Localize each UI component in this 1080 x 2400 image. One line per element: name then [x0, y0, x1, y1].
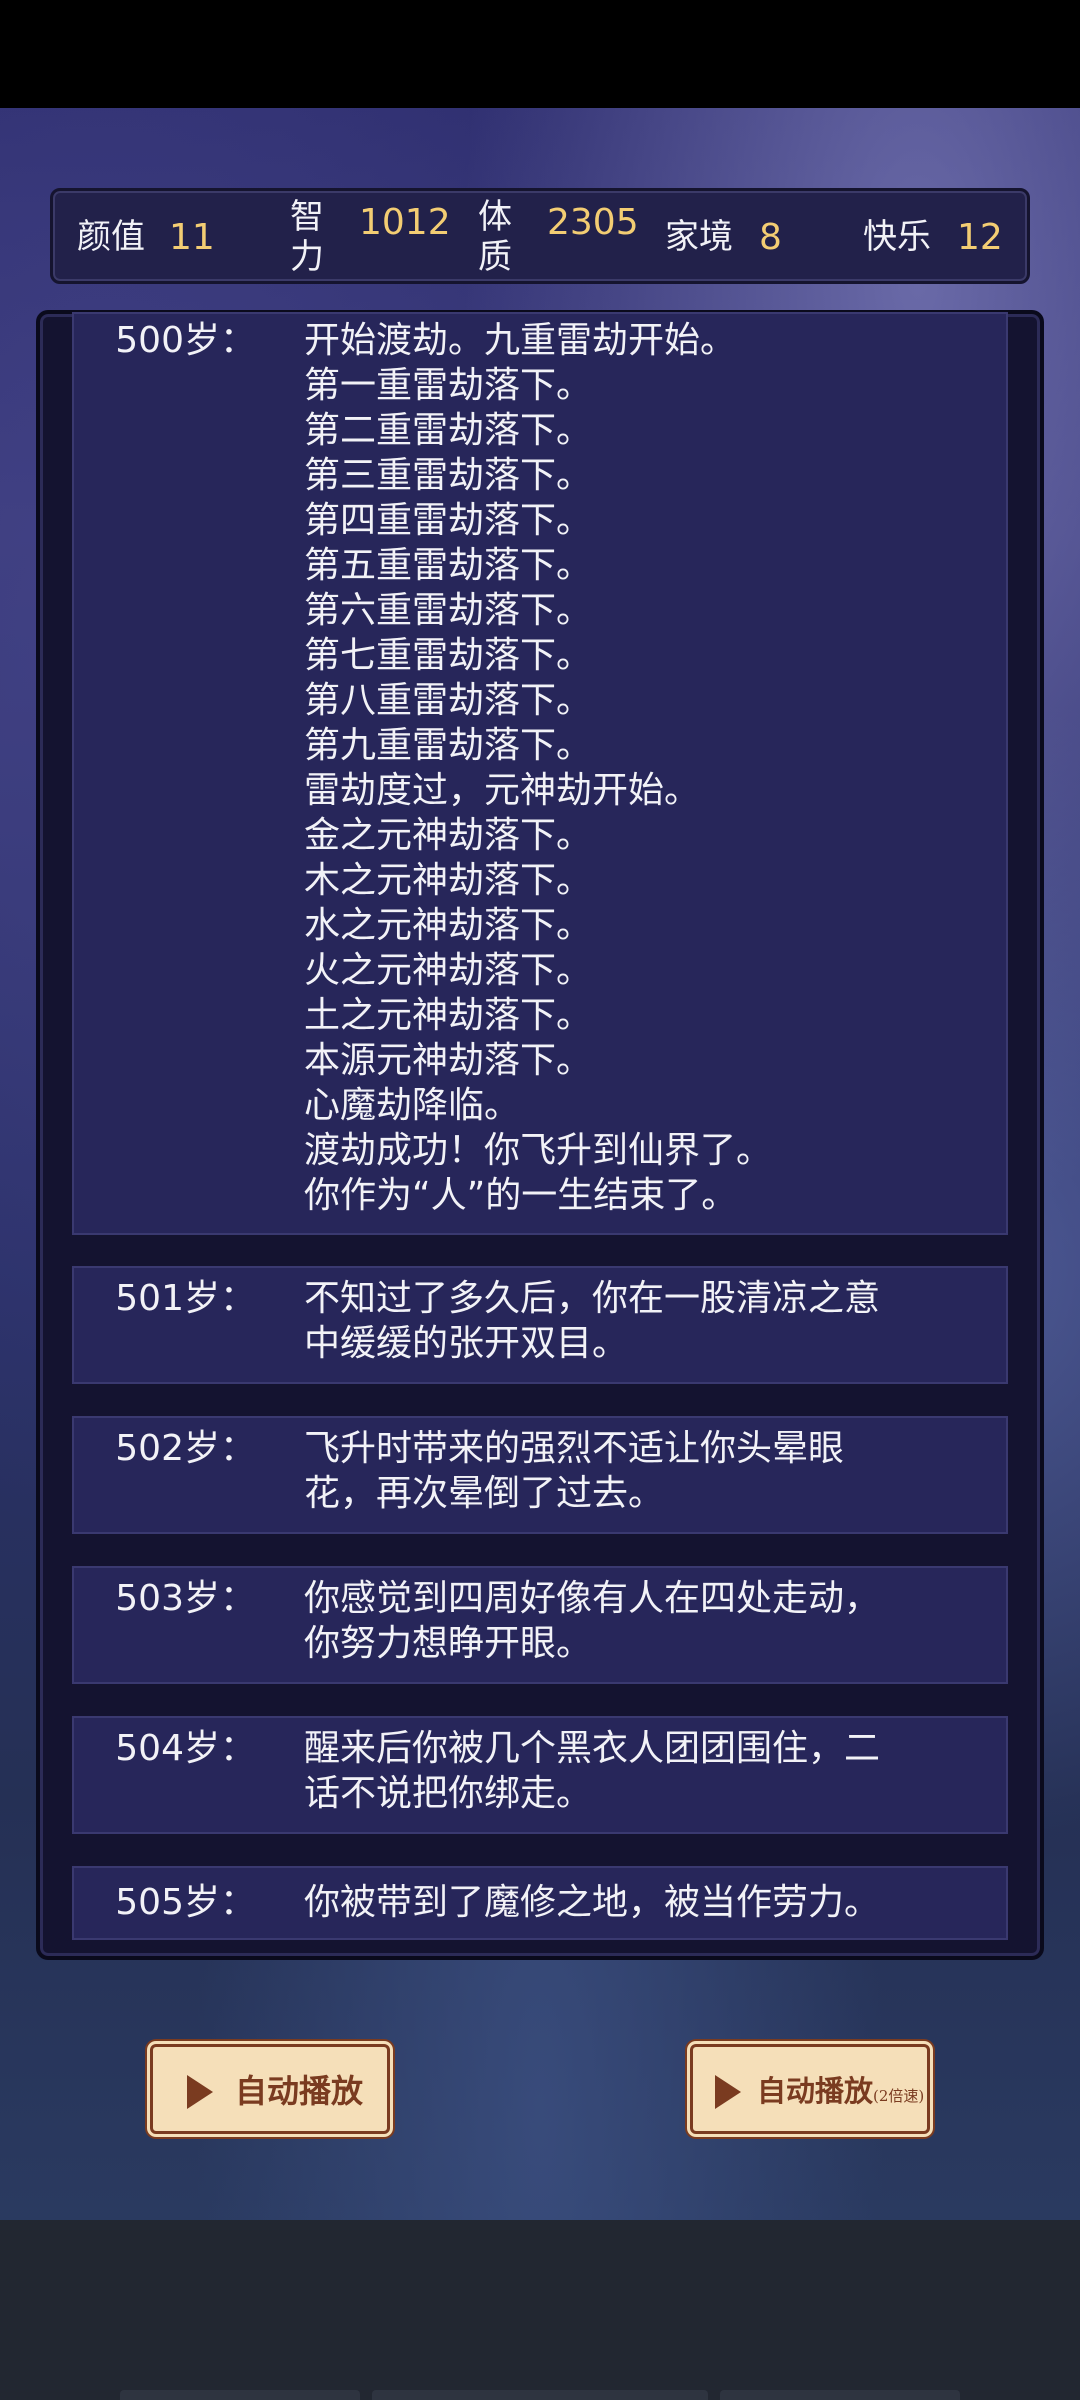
- log-entry-age: 505岁：: [115, 1882, 256, 1923]
- log-entry: 503岁： 你感觉到四周好像有人在四处走动， 你努力想睁开眼。: [72, 1566, 1008, 1684]
- log-entry-age: 502岁：: [115, 1428, 256, 1469]
- stat-family-label: 家境: [665, 217, 733, 257]
- log-entry-text: 开始渡劫。九重雷劫开始。 第一重雷劫落下。 第二重雷劫落下。 第三重雷劫落下。 …: [304, 320, 773, 1216]
- bottom-area: [0, 2220, 1080, 2400]
- play-triangle-icon: [187, 2075, 213, 2109]
- nav-bar-segment: [120, 2390, 360, 2400]
- nav-bar-segment: [720, 2390, 960, 2400]
- stat-intelligence-label: 智力: [290, 197, 324, 277]
- nav-bar-segment: [372, 2390, 708, 2400]
- play-triangle-icon: [715, 2075, 741, 2109]
- log-entry: 501岁： 不知过了多久后，你在一股清凉之意 中缓缓的张开双目。: [72, 1266, 1008, 1384]
- log-entry-age: 501岁：: [115, 1278, 256, 1319]
- stat-happiness-label: 快乐: [863, 217, 931, 257]
- stat-physique-value: 2305: [547, 202, 639, 243]
- auto-play-label: 自动播放: [235, 2072, 364, 2110]
- log-entry-text: 你感觉到四周好像有人在四处走动， 你努力想睁开眼。: [304, 1578, 881, 1664]
- log-entry-age: 504岁：: [115, 1728, 256, 1769]
- stat-physique-label: 体质: [478, 197, 512, 277]
- stat-looks-value: 11: [169, 217, 215, 258]
- log-entry-text: 你被带到了魔修之地，被当作劳力。: [304, 1882, 881, 1923]
- stat-looks-label: 颜值: [77, 217, 145, 257]
- auto-play-fast-text: 自动播放: [757, 2074, 874, 2108]
- auto-play-button[interactable]: 自动播放: [150, 2044, 390, 2134]
- log-entry: 500岁： 开始渡劫。九重雷劫开始。 第一重雷劫落下。 第二重雷劫落下。 第三重…: [72, 312, 1008, 1235]
- log-entry-age: 500岁：: [115, 320, 256, 361]
- auto-play-fast-label: 自动播放(2倍速): [757, 2071, 924, 2116]
- stats-panel: 颜值 11 智力 1012 体质 2305 家境 8 快乐 12: [50, 188, 1030, 284]
- stat-happiness-value: 12: [957, 217, 1003, 258]
- log-entry-text: 飞升时带来的强烈不适让你头晕眼 花，再次晕倒了过去。: [304, 1428, 845, 1514]
- log-entry-text: 醒来后你被几个黑衣人团团围住，二 话不说把你绑走。: [304, 1728, 881, 1814]
- speed-suffix: (2倍速): [873, 2087, 925, 2105]
- auto-play-fast-button[interactable]: 自动播放(2倍速): [690, 2044, 930, 2134]
- log-entry: 505岁： 你被带到了魔修之地，被当作劳力。: [72, 1866, 1008, 1940]
- log-entry-text: 不知过了多久后，你在一股清凉之意 中缓缓的张开双目。: [304, 1278, 881, 1364]
- stat-intelligence-value: 1012: [359, 202, 451, 243]
- status-bar-area: [0, 0, 1080, 108]
- log-entry: 502岁： 飞升时带来的强烈不适让你头晕眼 花，再次晕倒了过去。: [72, 1416, 1008, 1534]
- log-entry-age: 503岁：: [115, 1578, 256, 1619]
- log-entry: 504岁： 醒来后你被几个黑衣人团团围住，二 话不说把你绑走。: [72, 1716, 1008, 1834]
- stat-family-value: 8: [759, 217, 782, 258]
